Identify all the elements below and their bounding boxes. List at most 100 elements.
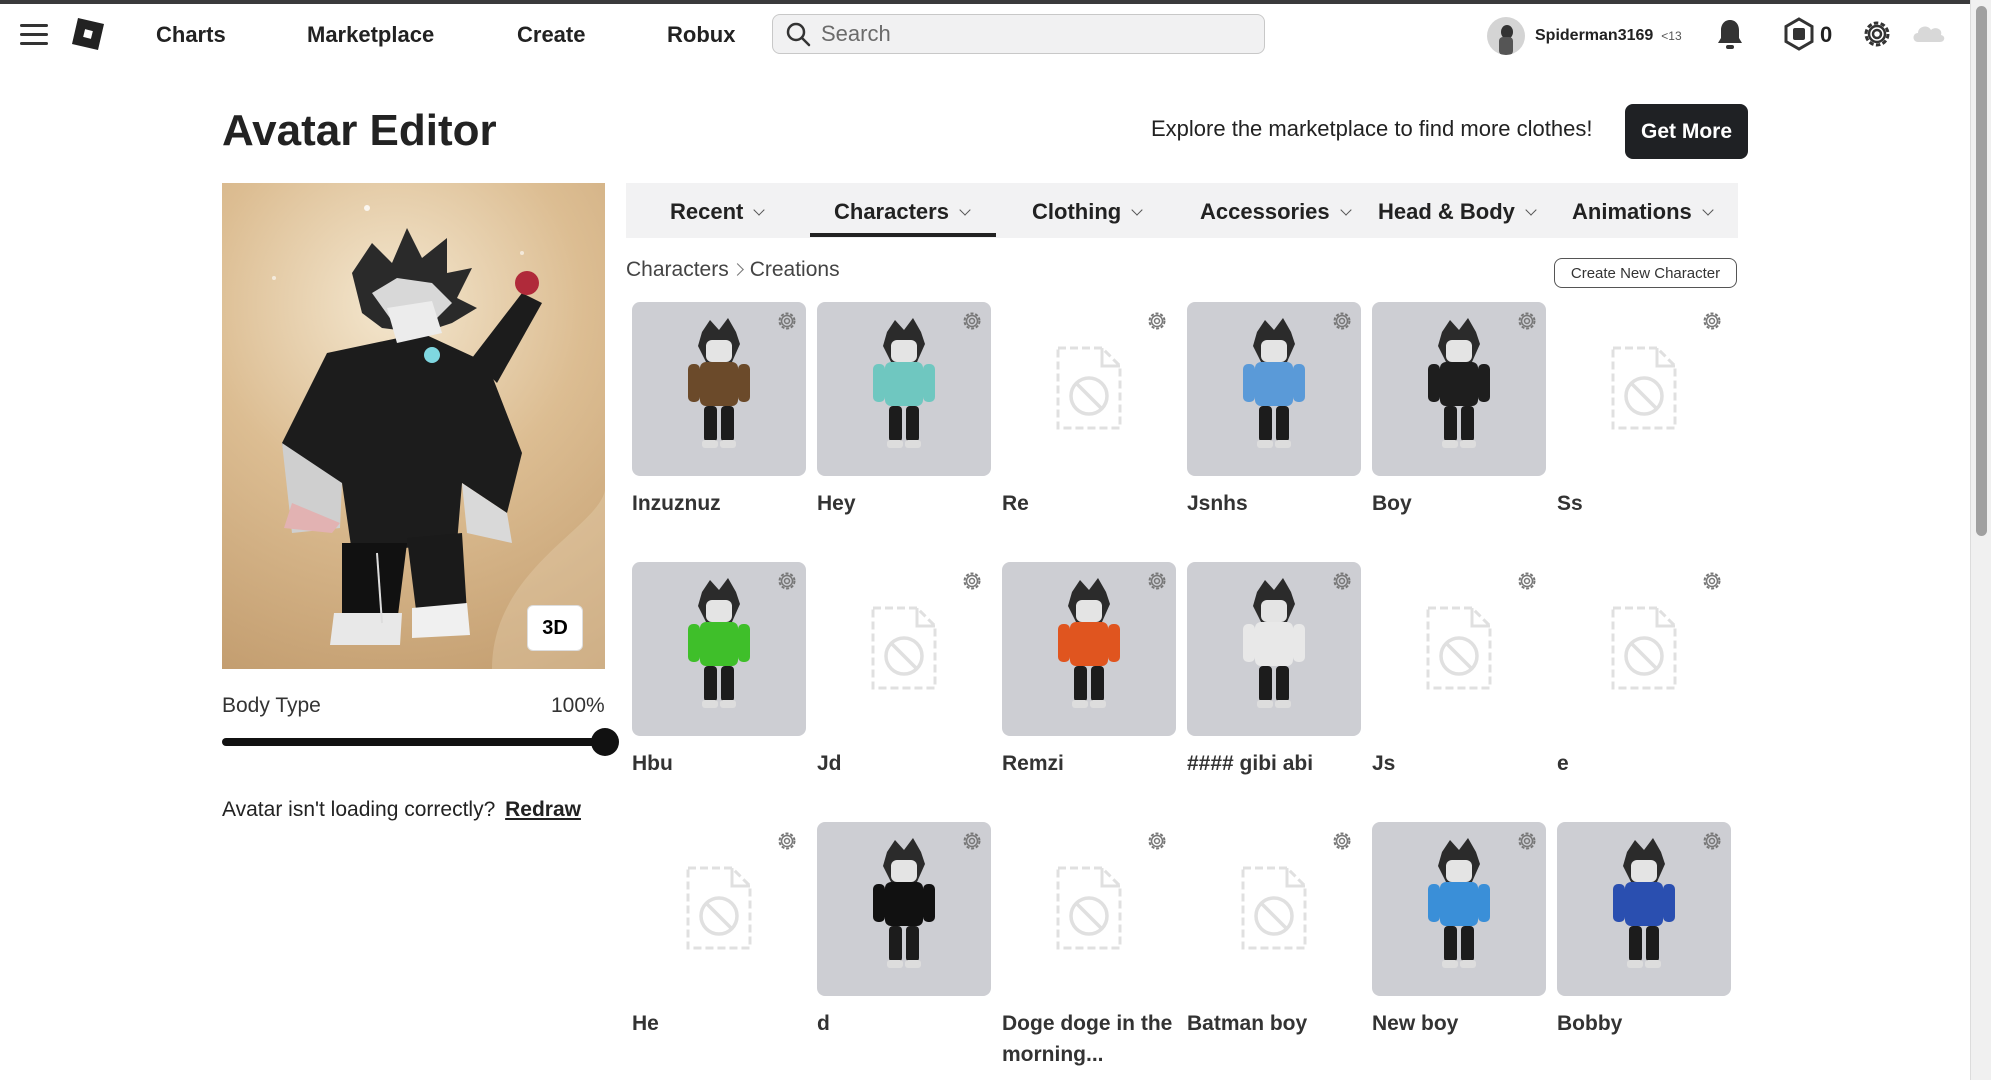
character-thumbnail[interactable] (632, 302, 806, 476)
tab-accessories-label: Accessories (1200, 199, 1330, 224)
tab-animations[interactable]: Animations (1572, 199, 1714, 225)
character-thumbnail[interactable] (1557, 822, 1731, 996)
character-card[interactable]: New boy (1372, 822, 1546, 1039)
gear-icon[interactable] (1516, 570, 1538, 592)
settings-gear-icon[interactable] (1859, 16, 1895, 52)
gear-icon[interactable] (1701, 830, 1723, 852)
gear-icon[interactable] (776, 830, 798, 852)
character-thumbnail[interactable] (1002, 562, 1176, 736)
character-card[interactable]: e (1557, 562, 1731, 779)
character-thumbnail[interactable] (1557, 302, 1731, 476)
robux-icon[interactable] (1782, 17, 1816, 51)
breadcrumb: Characters Creations (626, 258, 840, 282)
robux-count: 0 (1820, 22, 1833, 47)
gear-icon[interactable] (1516, 310, 1538, 332)
roblox-logo-icon[interactable] (70, 16, 106, 52)
character-thumbnail[interactable] (632, 562, 806, 736)
character-name: #### gibi abi (1187, 752, 1314, 775)
toggle-3d-button[interactable]: 3D (527, 605, 583, 651)
gear-icon[interactable] (776, 310, 798, 332)
character-card[interactable]: Remzi (1002, 562, 1176, 779)
gear-icon[interactable] (1701, 570, 1723, 592)
tab-characters[interactable]: Characters (834, 199, 971, 225)
character-name: Remzi (1002, 752, 1064, 775)
gear-icon[interactable] (776, 570, 798, 592)
gear-icon[interactable] (1331, 830, 1353, 852)
character-thumbnail[interactable] (1557, 562, 1731, 736)
age-badge: <13 (1661, 29, 1682, 43)
character-card[interactable]: Boy (1372, 302, 1546, 519)
character-thumbnail[interactable] (1187, 562, 1361, 736)
avatar-preview[interactable]: 3D (222, 183, 605, 669)
character-thumbnail[interactable] (1187, 302, 1361, 476)
breadcrumb-characters[interactable]: Characters (626, 258, 729, 281)
gear-icon[interactable] (961, 310, 983, 332)
avatar-help-text: Avatar isn't loading correctly? (222, 798, 496, 821)
gear-icon[interactable] (961, 570, 983, 592)
character-thumbnail[interactable] (817, 302, 991, 476)
gear-icon[interactable] (1146, 310, 1168, 332)
gear-icon[interactable] (1331, 570, 1353, 592)
create-new-character-button[interactable]: Create New Character (1554, 258, 1737, 288)
scrollbar-thumb[interactable] (1976, 6, 1987, 536)
tab-head-body-label: Head & Body (1378, 199, 1515, 224)
body-type-slider[interactable] (222, 728, 619, 756)
gear-icon[interactable] (1146, 830, 1168, 852)
redraw-link[interactable]: Redraw (505, 798, 581, 821)
tab-clothing[interactable]: Clothing (1032, 199, 1143, 225)
user-profile-link[interactable]: Spiderman3169 <13 (1487, 17, 1682, 55)
tab-accessories[interactable]: Accessories (1200, 199, 1352, 225)
character-thumbnail[interactable] (1187, 822, 1361, 996)
nav-create[interactable]: Create (517, 22, 585, 48)
chevron-down-icon (1339, 204, 1352, 216)
tab-characters-label: Characters (834, 199, 949, 224)
nav-robux[interactable]: Robux (667, 22, 735, 48)
gear-icon[interactable] (1146, 570, 1168, 592)
character-name: Bobby (1557, 1012, 1623, 1035)
character-card[interactable]: Jsnhs (1187, 302, 1361, 519)
body-type-slider-handle[interactable] (591, 728, 619, 756)
character-card[interactable]: Hbu (632, 562, 806, 779)
get-more-button[interactable]: Get More (1625, 104, 1748, 159)
character-thumbnail[interactable] (1372, 302, 1546, 476)
notification-bell-icon[interactable] (1716, 18, 1744, 50)
character-name: Jd (817, 752, 842, 775)
builders-club-icon[interactable] (1912, 20, 1946, 48)
gear-icon[interactable] (1331, 310, 1353, 332)
character-card[interactable]: Js (1372, 562, 1546, 779)
character-card[interactable]: Jd (817, 562, 991, 779)
gear-icon[interactable] (1701, 310, 1723, 332)
tab-head-body[interactable]: Head & Body (1378, 199, 1537, 225)
character-card[interactable]: #### gibi abi (1187, 562, 1361, 779)
gear-icon[interactable] (1516, 830, 1538, 852)
character-thumbnail[interactable] (632, 822, 806, 996)
character-name: Hbu (632, 752, 673, 775)
character-card[interactable]: Ss (1557, 302, 1731, 519)
character-card[interactable]: Batman boy (1187, 822, 1361, 1039)
avatar-render (272, 205, 605, 669)
character-card[interactable]: d (817, 822, 991, 1039)
nav-marketplace[interactable]: Marketplace (307, 22, 434, 48)
character-card[interactable]: Inzuznuz (632, 302, 806, 519)
character-name: Inzuznuz (632, 492, 721, 515)
tab-recent[interactable]: Recent (670, 199, 766, 225)
character-thumbnail[interactable] (1372, 562, 1546, 736)
character-card[interactable]: He (632, 822, 806, 1039)
no-image-icon (1056, 346, 1122, 430)
gear-icon[interactable] (961, 830, 983, 852)
nav-charts[interactable]: Charts (156, 22, 226, 48)
page-scrollbar[interactable] (1970, 0, 1991, 1080)
character-name: Jsnhs (1187, 492, 1248, 515)
menu-icon[interactable] (20, 24, 48, 46)
character-thumbnail[interactable] (1002, 302, 1176, 476)
character-thumbnail[interactable] (817, 562, 991, 736)
character-thumbnail[interactable] (1002, 822, 1176, 996)
chevron-right-icon (730, 263, 744, 276)
character-card[interactable]: Re (1002, 302, 1176, 519)
character-thumbnail[interactable] (817, 822, 991, 996)
character-card[interactable]: Bobby (1557, 822, 1731, 1039)
character-card[interactable]: Doge doge in the morning... (1002, 822, 1176, 1070)
search-input[interactable] (821, 21, 1241, 47)
character-thumbnail[interactable] (1372, 822, 1546, 996)
character-card[interactable]: Hey (817, 302, 991, 519)
